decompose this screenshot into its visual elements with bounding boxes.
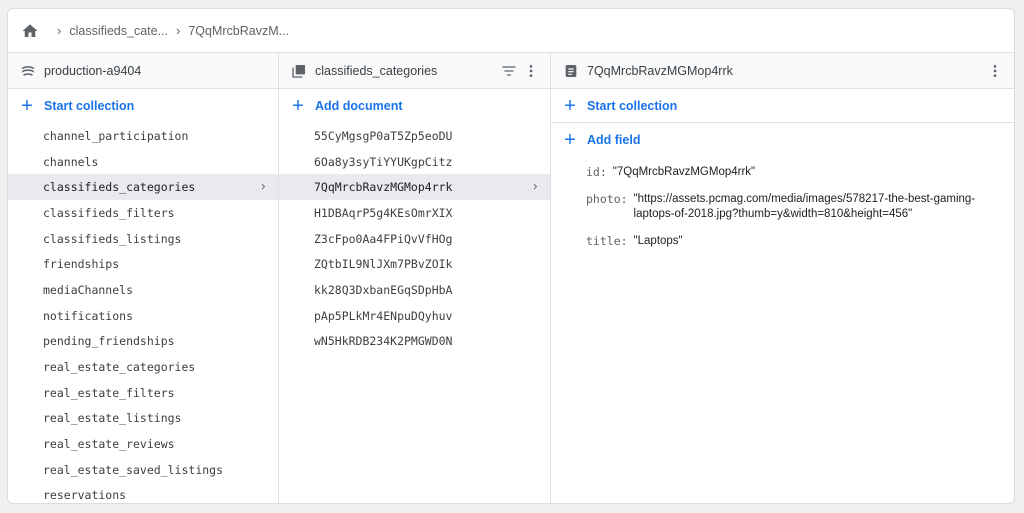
document-item-label: wN5HkRDB234K2PMGWD0N — [314, 334, 453, 349]
document-item-label: H1DBAqrP5g4KEsOmrXIX — [314, 205, 453, 220]
collection-item[interactable]: real_estate_saved_listings — [8, 457, 278, 483]
collection-item-label: pending_friendships — [43, 334, 175, 349]
add-document-button[interactable]: + Add document — [279, 89, 550, 123]
add-field-button[interactable]: + Add field — [551, 123, 1014, 157]
collection-title: classifieds_categories — [315, 63, 438, 78]
document-item-label: 7QqMrcbRavzMGMop4rrk — [314, 180, 453, 195]
field-key: title: — [586, 234, 628, 248]
collection-item[interactable]: real_estate_filters — [8, 380, 278, 406]
add-document-label: Add document — [315, 99, 403, 113]
plus-icon: + — [21, 95, 33, 117]
filter-icon[interactable] — [500, 62, 518, 80]
collection-item-label: real_estate_filters — [43, 385, 175, 400]
collection-item[interactable]: channels — [8, 149, 278, 175]
document-item[interactable]: pAp5PLkMr4ENpuDQyhuv — [279, 303, 550, 329]
collection-item[interactable]: real_estate_reviews — [8, 431, 278, 457]
document-field[interactable]: title: "Laptops" — [586, 234, 990, 249]
collection-column-header: classifieds_categories — [279, 53, 550, 89]
document-item-label: Z3cFpo0Aa4FPiQvVfHOg — [314, 231, 453, 246]
field-value: "https://assets.pcmag.com/media/images/5… — [633, 193, 976, 220]
columns: production-a9404 + Start collection chan… — [8, 53, 1014, 503]
collection-item[interactable]: real_estate_categories — [8, 354, 278, 380]
chevron-right-icon: › — [532, 179, 538, 195]
collection-item-label: mediaChannels — [43, 282, 134, 297]
fields-list: id: "7QqMrcbRavzMGMop4rrk" photo: "https://… — [551, 157, 1014, 249]
more-vert-icon[interactable] — [986, 62, 1004, 80]
collection-item-label: classifieds_categories — [43, 180, 196, 195]
start-subcollection-button[interactable]: + Start collection — [551, 89, 1014, 123]
document-item[interactable]: H1DBAqrP5g4KEsOmrXIX — [279, 200, 550, 226]
collection-item[interactable]: classifieds_categories › — [8, 174, 278, 201]
collection-column: classifieds_categories + Add document 55… — [279, 53, 551, 503]
document-item-label: pAp5PLkMr4ENpuDQyhuv — [314, 308, 453, 323]
field-value: "Laptops" — [633, 235, 683, 247]
collections-list: channel_participation channels classifieds… — [8, 123, 278, 503]
collection-item-label: reservations — [43, 488, 127, 503]
collection-item-label: classifieds_listings — [43, 231, 182, 246]
chevron-right-icon: › — [260, 179, 266, 195]
collection-item-label: real_estate_listings — [43, 411, 182, 426]
document-item[interactable]: wN5HkRDB234K2PMGWD0N — [279, 329, 550, 355]
field-value: "7QqMrcbRavzMGMop4rrk" — [612, 166, 756, 178]
firestore-panel: › classifieds_cate... › 7QqMrcbRavzM... … — [7, 8, 1015, 504]
chevron-right-icon: › — [176, 23, 181, 38]
collection-item[interactable]: friendships — [8, 251, 278, 277]
document-icon — [563, 63, 579, 79]
collection-item[interactable]: classifieds_filters — [8, 200, 278, 226]
collection-item-label: friendships — [43, 257, 120, 272]
collection-item-label: real_estate_reviews — [43, 437, 175, 452]
collection-item[interactable]: channel_participation — [8, 123, 278, 149]
document-item-label: ZQtbIL9NlJXm7PBvZOIk — [314, 257, 453, 272]
collection-item-label: channel_participation — [43, 128, 189, 143]
collection-item[interactable]: pending_friendships — [8, 329, 278, 355]
document-item-label: 6Oa8y3syTiYYUKgpCitz — [314, 154, 453, 169]
plus-icon: + — [564, 129, 576, 151]
document-item[interactable]: kk28Q3DxbanEGqSDpHbA — [279, 277, 550, 303]
root-column-header: production-a9404 — [8, 53, 278, 89]
start-collection-label: Start collection — [44, 99, 135, 113]
document-item-label: 55CyMgsgP0aT5Zp5eoDU — [314, 128, 453, 143]
document-column: 7QqMrcbRavzMGMop4rrk + Start collection … — [551, 53, 1014, 503]
collection-item[interactable]: notifications — [8, 303, 278, 329]
start-subcollection-label: Start collection — [587, 98, 678, 113]
document-item[interactable]: 55CyMgsgP0aT5Zp5eoDU — [279, 123, 550, 149]
breadcrumb-collection[interactable]: classifieds_cate... — [69, 24, 168, 38]
document-column-header: 7QqMrcbRavzMGMop4rrk — [551, 53, 1014, 89]
plus-icon: + — [292, 95, 304, 117]
breadcrumb: › classifieds_cate... › 7QqMrcbRavzM... — [8, 9, 1014, 53]
documents-list: 55CyMgsgP0aT5Zp5eoDU 6Oa8y3syTiYYUKgpCitz… — [279, 123, 550, 354]
project-title: production-a9404 — [44, 63, 142, 78]
collection-item-label: real_estate_categories — [43, 360, 196, 375]
root-column: production-a9404 + Start collection chan… — [8, 53, 279, 503]
home-icon[interactable] — [21, 22, 39, 40]
collection-item-label: classifieds_filters — [43, 205, 175, 220]
collection-icon — [291, 63, 307, 79]
add-field-label: Add field — [587, 133, 641, 147]
collection-item-label: notifications — [43, 308, 134, 323]
field-key: photo: — [586, 192, 628, 206]
collection-item[interactable]: classifieds_listings — [8, 226, 278, 252]
document-title: 7QqMrcbRavzMGMop4rrk — [587, 63, 733, 78]
field-key: id: — [586, 165, 607, 179]
document-field[interactable]: id: "7QqMrcbRavzMGMop4rrk" — [586, 165, 990, 180]
document-item[interactable]: 7QqMrcbRavzMGMop4rrk › — [279, 174, 550, 201]
collection-item[interactable]: mediaChannels — [8, 277, 278, 303]
chevron-right-icon: › — [57, 23, 62, 38]
document-field[interactable]: photo: "https://assets.pcmag.com/media/im… — [586, 192, 990, 222]
breadcrumb-document[interactable]: 7QqMrcbRavzM... — [188, 24, 289, 38]
collection-item[interactable]: reservations — [8, 483, 278, 503]
start-collection-button[interactable]: + Start collection — [8, 89, 278, 123]
collection-item-label: channels — [43, 154, 99, 169]
document-item[interactable]: ZQtbIL9NlJXm7PBvZOIk — [279, 251, 550, 277]
document-item[interactable]: 6Oa8y3syTiYYUKgpCitz — [279, 149, 550, 175]
collection-item[interactable]: real_estate_listings — [8, 406, 278, 432]
more-vert-icon[interactable] — [522, 62, 540, 80]
document-item-label: kk28Q3DxbanEGqSDpHbA — [314, 282, 453, 297]
collection-item-label: real_estate_saved_listings — [43, 462, 224, 477]
document-item[interactable]: Z3cFpo0Aa4FPiQvVfHOg — [279, 226, 550, 252]
plus-icon: + — [564, 94, 576, 117]
database-icon — [20, 63, 36, 79]
